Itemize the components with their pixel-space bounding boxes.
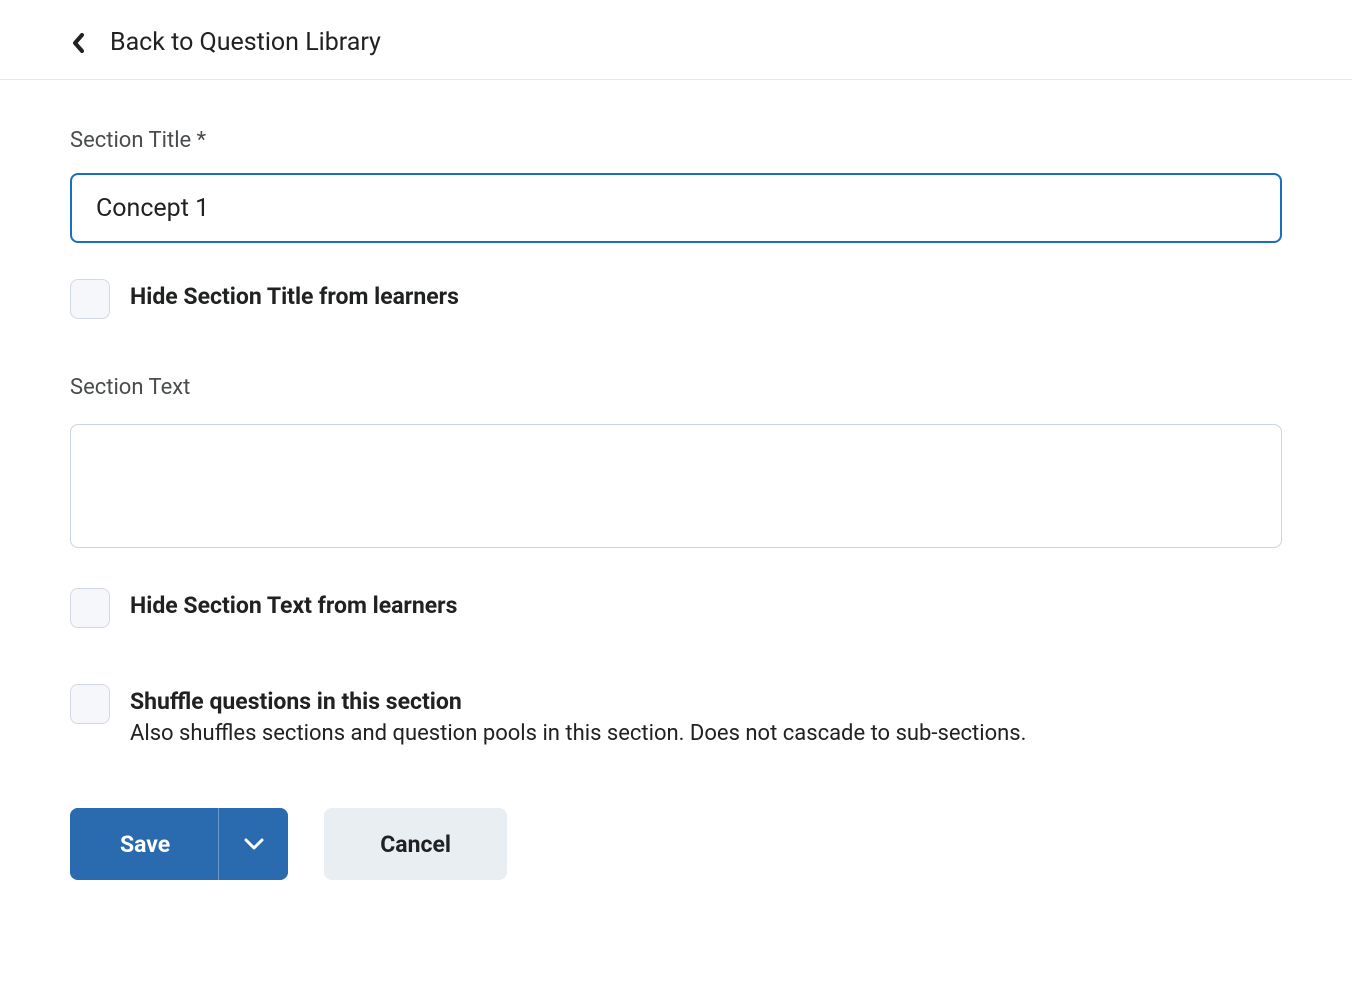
button-row: Save Cancel (70, 808, 1282, 880)
hide-text-label-wrap: Hide Section Text from learners (130, 588, 457, 619)
shuffle-label-wrap: Shuffle questions in this section Also s… (130, 684, 1026, 746)
section-text-label: Section Text (70, 375, 1282, 400)
back-button[interactable] (70, 35, 86, 51)
save-split-button: Save (70, 808, 288, 880)
shuffle-label: Shuffle questions in this section (130, 688, 1026, 715)
page-header: Back to Question Library (0, 0, 1352, 80)
form-content: Section Title * Hide Section Title from … (0, 80, 1352, 920)
chevron-left-icon (72, 33, 84, 53)
hide-text-label: Hide Section Text from learners (130, 592, 457, 619)
hide-title-row: Hide Section Title from learners (70, 279, 1282, 319)
section-text-input[interactable] (70, 424, 1282, 548)
section-title-label: Section Title * (70, 128, 1282, 153)
section-title-input[interactable] (70, 173, 1282, 243)
page-title[interactable]: Back to Question Library (110, 28, 381, 57)
hide-title-checkbox[interactable] (70, 279, 110, 319)
shuffle-helper-text: Also shuffles sections and question pool… (130, 721, 1026, 746)
save-button[interactable]: Save (70, 808, 218, 880)
save-dropdown-button[interactable] (218, 808, 288, 880)
shuffle-checkbox[interactable] (70, 684, 110, 724)
shuffle-row: Shuffle questions in this section Also s… (70, 684, 1282, 746)
chevron-down-icon (244, 838, 264, 850)
hide-text-checkbox[interactable] (70, 588, 110, 628)
hide-title-label-wrap: Hide Section Title from learners (130, 279, 459, 310)
cancel-button[interactable]: Cancel (324, 808, 507, 880)
hide-text-row: Hide Section Text from learners (70, 588, 1282, 628)
hide-title-label: Hide Section Title from learners (130, 283, 459, 310)
